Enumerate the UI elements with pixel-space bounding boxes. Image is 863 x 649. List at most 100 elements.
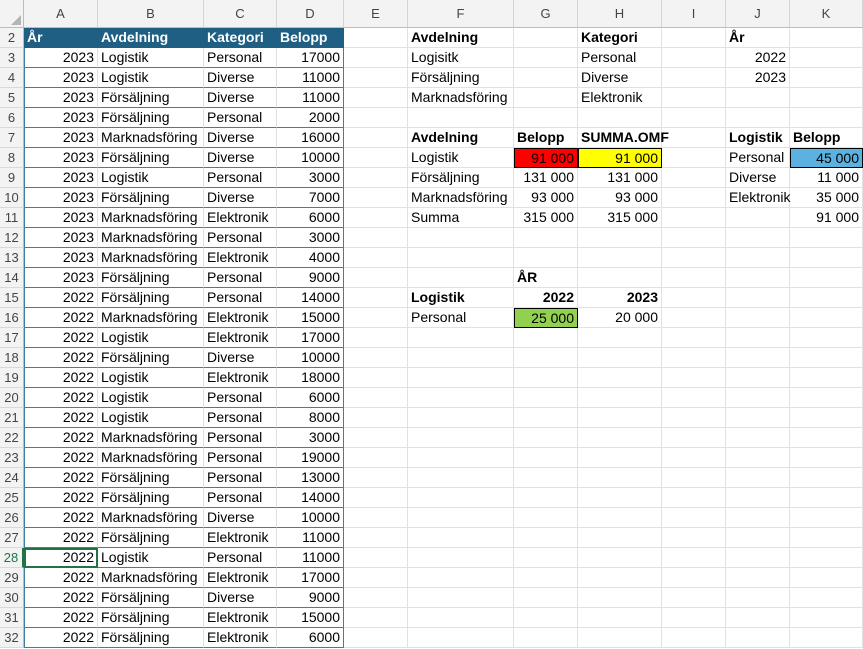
table-cell[interactable]: Försäljning — [98, 528, 204, 548]
empty-cell[interactable] — [578, 628, 662, 648]
row-header-20[interactable]: 20 — [0, 388, 24, 408]
row-header-6[interactable]: 6 — [0, 108, 24, 128]
empty-cell[interactable] — [578, 248, 662, 268]
table-cell[interactable]: 2022 — [24, 348, 98, 368]
empty-cell[interactable] — [790, 48, 863, 68]
row-header-22[interactable]: 22 — [0, 428, 24, 448]
table-cell[interactable]: 10000 — [277, 148, 344, 168]
table-cell[interactable]: 10000 — [277, 348, 344, 368]
summary-cell[interactable]: 131 000 — [514, 168, 578, 188]
row-header-17[interactable]: 17 — [0, 328, 24, 348]
table-cell[interactable]: 2022 — [24, 628, 98, 648]
select-all-corner[interactable] — [0, 0, 24, 28]
summary-cell[interactable]: 93 000 — [578, 188, 662, 208]
empty-cell[interactable] — [344, 368, 408, 388]
logistik-cell[interactable]: 11 000 — [790, 168, 863, 188]
empty-cell[interactable] — [514, 508, 578, 528]
empty-cell[interactable] — [408, 248, 514, 268]
row-header-18[interactable]: 18 — [0, 348, 24, 368]
logistik-cell[interactable] — [726, 208, 790, 228]
empty-cell[interactable] — [514, 328, 578, 348]
empty-cell[interactable] — [662, 88, 726, 108]
row-header-16[interactable]: 16 — [0, 308, 24, 328]
empty-cell[interactable] — [726, 408, 790, 428]
summary-cell[interactable]: 93 000 — [514, 188, 578, 208]
empty-cell[interactable] — [408, 488, 514, 508]
empty-cell[interactable] — [408, 348, 514, 368]
empty-cell[interactable] — [344, 588, 408, 608]
table-cell[interactable]: Diverse — [204, 68, 277, 88]
empty-cell[interactable] — [790, 628, 863, 648]
row-header-32[interactable]: 32 — [0, 628, 24, 648]
column-header-f[interactable]: F — [408, 0, 514, 28]
empty-cell[interactable] — [344, 508, 408, 528]
empty-cell[interactable] — [578, 348, 662, 368]
empty-cell[interactable] — [514, 248, 578, 268]
table-cell[interactable]: 2023 — [24, 188, 98, 208]
table-cell[interactable]: Personal — [204, 468, 277, 488]
table-cell[interactable]: 11000 — [277, 528, 344, 548]
table-cell[interactable]: 2023 — [24, 228, 98, 248]
table-cell[interactable]: 2023 — [24, 248, 98, 268]
table-cell[interactable]: Försäljning — [98, 488, 204, 508]
table-cell[interactable]: Diverse — [204, 508, 277, 528]
summary-header[interactable]: Belopp — [514, 128, 578, 148]
empty-cell[interactable] — [344, 128, 408, 148]
empty-cell[interactable] — [726, 368, 790, 388]
table-cell[interactable]: 2022 — [24, 588, 98, 608]
table-cell[interactable]: Personal — [204, 428, 277, 448]
table-cell[interactable]: 17000 — [277, 568, 344, 588]
table-cell[interactable]: Diverse — [204, 148, 277, 168]
empty-cell[interactable] — [790, 528, 863, 548]
column-header-d[interactable]: D — [277, 0, 344, 28]
empty-cell[interactable] — [514, 228, 578, 248]
empty-cell[interactable] — [344, 628, 408, 648]
empty-cell[interactable] — [344, 108, 408, 128]
table-cell[interactable]: 9000 — [277, 268, 344, 288]
empty-cell[interactable] — [408, 328, 514, 348]
empty-cell[interactable] — [662, 308, 726, 328]
year-table-label[interactable]: Logistik — [408, 288, 514, 308]
empty-cell[interactable] — [790, 408, 863, 428]
table-cell[interactable]: Logistik — [98, 368, 204, 388]
table-cell[interactable]: 10000 — [277, 508, 344, 528]
empty-cell[interactable] — [726, 508, 790, 528]
row-header-12[interactable]: 12 — [0, 228, 24, 248]
row-header-11[interactable]: 11 — [0, 208, 24, 228]
row-header-4[interactable]: 4 — [0, 68, 24, 88]
empty-cell[interactable] — [514, 428, 578, 448]
table-cell[interactable]: Logistik — [98, 48, 204, 68]
empty-cell[interactable] — [408, 568, 514, 588]
table-cell[interactable]: Logistik — [98, 168, 204, 188]
column-header-c[interactable]: C — [204, 0, 277, 28]
empty-cell[interactable] — [726, 348, 790, 368]
empty-cell[interactable] — [662, 208, 726, 228]
criteria-category-header[interactable]: Kategori — [578, 28, 662, 48]
empty-cell[interactable] — [514, 468, 578, 488]
row-header-5[interactable]: 5 — [0, 88, 24, 108]
empty-cell[interactable] — [578, 448, 662, 468]
empty-cell[interactable] — [408, 368, 514, 388]
row-header-23[interactable]: 23 — [0, 448, 24, 468]
empty-cell[interactable] — [578, 608, 662, 628]
criteria-year-item[interactable]: 2022 — [726, 48, 790, 68]
empty-cell[interactable] — [514, 488, 578, 508]
table-header-department[interactable]: Avdelning — [98, 28, 204, 48]
empty-cell[interactable] — [790, 468, 863, 488]
empty-cell[interactable] — [662, 388, 726, 408]
empty-cell[interactable] — [790, 568, 863, 588]
table-cell[interactable]: Marknadsföring — [98, 208, 204, 228]
empty-cell[interactable] — [578, 468, 662, 488]
table-cell[interactable]: Elektronik — [204, 328, 277, 348]
table-cell[interactable]: 2023 — [24, 68, 98, 88]
empty-cell[interactable] — [790, 288, 863, 308]
empty-cell[interactable] — [514, 108, 578, 128]
empty-cell[interactable] — [726, 588, 790, 608]
empty-cell[interactable] — [790, 108, 863, 128]
summary-cell[interactable]: 315 000 — [578, 208, 662, 228]
empty-cell[interactable] — [662, 228, 726, 248]
table-cell[interactable]: Elektronik — [204, 208, 277, 228]
criteria-category-item[interactable]: Elektronik — [578, 88, 662, 108]
empty-cell[interactable] — [662, 588, 726, 608]
empty-cell[interactable] — [344, 428, 408, 448]
